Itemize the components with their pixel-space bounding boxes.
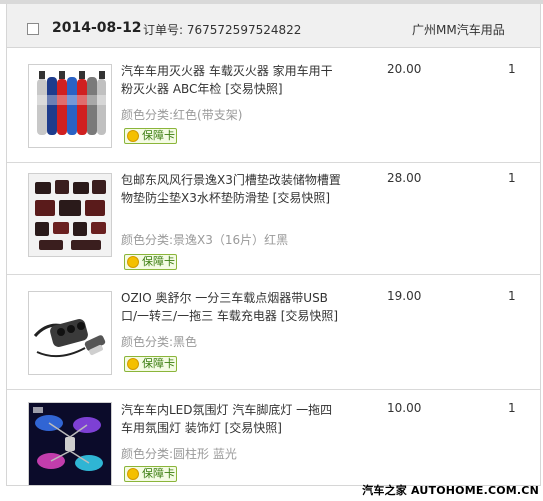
- order-number: 订单号: 767572597524822: [143, 21, 301, 38]
- order-date: 2014-08-12: [52, 20, 142, 36]
- attribute-label: 颜色分类:: [121, 447, 174, 461]
- product-thumbnail-cigarette-splitter[interactable]: [28, 291, 112, 375]
- attribute-value: 景逸X3（16片）红黑: [173, 233, 289, 247]
- attribute-value: 黑色: [173, 335, 198, 349]
- badge-label: 保障卡: [142, 467, 175, 480]
- product-attribute: 颜色分类:黑色: [121, 333, 197, 350]
- unit-price: 19.00: [387, 289, 422, 303]
- badge-label: 保障卡: [142, 129, 175, 142]
- product-title[interactable]: 汽车车内LED氛围灯 汽车脚底灯 一拖四车用氛围灯 装饰灯 [交易快照]: [121, 401, 343, 437]
- product-thumbnail-led-lights[interactable]: [28, 402, 112, 486]
- attribute-label: 颜色分类:: [121, 233, 174, 247]
- badge-label: 保障卡: [142, 255, 175, 268]
- attribute-label: 颜色分类:: [121, 335, 174, 349]
- warranty-bulb-icon: [127, 256, 139, 268]
- order-header: 2014-08-12 订单号: 767572597524822 广州MM汽车用品: [7, 4, 540, 48]
- badge-label: 保障卡: [142, 357, 175, 370]
- site-watermark: 汽车之家 AUTOHOME.COM.CN: [362, 484, 539, 497]
- warranty-bulb-icon: [127, 468, 139, 480]
- warranty-card-badge[interactable]: 保障卡: [124, 254, 177, 270]
- product-title[interactable]: 汽车车用灭火器 车载灭火器 家用车用干粉灭火器 ABC年检 [交易快照]: [121, 62, 343, 98]
- order-number-value: 767572597524822: [186, 23, 302, 37]
- product-attribute: 颜色分类:红色(带支架): [121, 106, 242, 123]
- product-thumbnail-door-slot-mats[interactable]: [28, 173, 112, 257]
- order-number-label: 订单号:: [143, 23, 184, 37]
- quantity: 1: [508, 62, 516, 76]
- product-title[interactable]: OZIO 奥舒尔 一分三车载点烟器带USB口/一转三/一拖三 车载充电器 [交易…: [121, 289, 343, 325]
- warranty-card-badge[interactable]: 保障卡: [124, 356, 177, 372]
- order-card: 2014-08-12 订单号: 767572597524822 广州MM汽车用品: [6, 4, 541, 486]
- quantity: 1: [508, 171, 516, 185]
- seller-name[interactable]: 广州MM汽车用品: [412, 21, 505, 38]
- attribute-value: 红色(带支架): [173, 108, 243, 122]
- warranty-card-badge[interactable]: 保障卡: [124, 128, 177, 144]
- unit-price: 28.00: [387, 171, 422, 185]
- order-select-checkbox[interactable]: [27, 23, 39, 35]
- product-attribute: 颜色分类:圆柱形 蓝光: [121, 445, 237, 462]
- product-thumbnail-fire-extinguishers[interactable]: [28, 64, 112, 148]
- order-item-row: 包邮东风风行景逸X3门槽垫改装储物槽置物垫防尘垫X3水杯垫防滑垫 [交易快照] …: [7, 157, 540, 275]
- warranty-card-badge[interactable]: 保障卡: [124, 466, 177, 482]
- attribute-value: 圆柱形 蓝光: [173, 447, 237, 461]
- unit-price: 20.00: [387, 62, 422, 76]
- warranty-bulb-icon: [127, 358, 139, 370]
- quantity: 1: [508, 289, 516, 303]
- product-title[interactable]: 包邮东风风行景逸X3门槽垫改装储物槽置物垫防尘垫X3水杯垫防滑垫 [交易快照]: [121, 171, 343, 207]
- order-item-row: 汽车车内LED氛围灯 汽车脚底灯 一拖四车用氛围灯 装饰灯 [交易快照] 颜色分…: [7, 390, 540, 486]
- attribute-label: 颜色分类:: [121, 108, 174, 122]
- order-item-row: 汽车车用灭火器 车载灭火器 家用车用干粉灭火器 ABC年检 [交易快照] 颜色分…: [7, 48, 540, 163]
- product-attribute: 颜色分类:景逸X3（16片）红黑: [121, 231, 288, 248]
- unit-price: 10.00: [387, 401, 422, 415]
- quantity: 1: [508, 401, 516, 415]
- order-item-row: OZIO 奥舒尔 一分三车载点烟器带USB口/一转三/一拖三 车载充电器 [交易…: [7, 275, 540, 390]
- warranty-bulb-icon: [127, 130, 139, 142]
